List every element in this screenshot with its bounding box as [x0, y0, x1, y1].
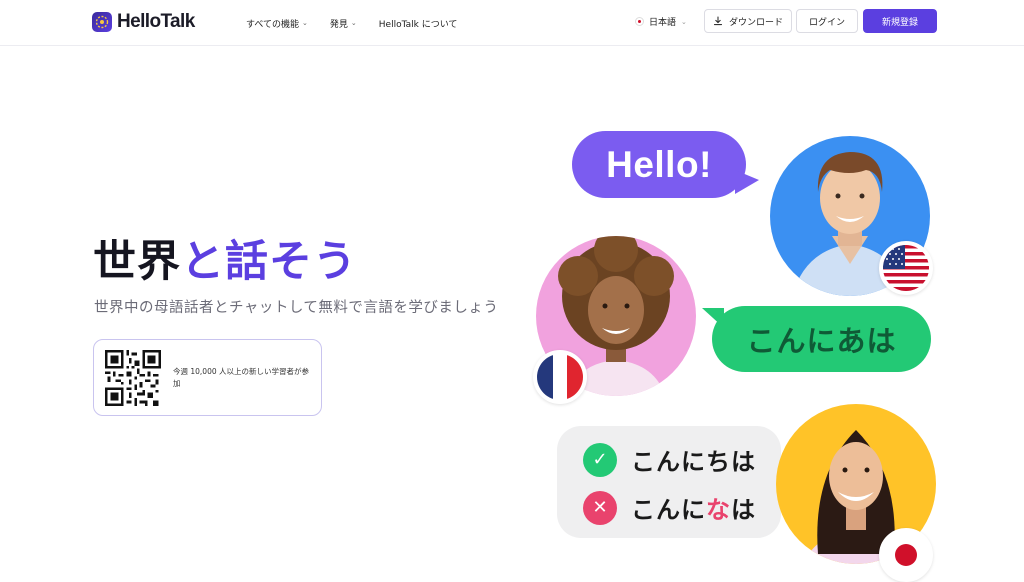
- hero-title-part1: 世界: [93, 237, 181, 287]
- wrong-row: ✕ こんになは: [583, 490, 756, 525]
- nav-item-discover[interactable]: 発見 ⌄: [330, 17, 357, 30]
- site-header: HelloTalk すべての機能 ⌄ 発見 ⌄ HelloTalk について 日…: [0, 0, 1024, 46]
- hello-speech-bubble: Hello!: [572, 131, 746, 198]
- hero-title-part2: と話そう: [181, 237, 357, 287]
- main-nav: すべての機能 ⌄ 発見 ⌄ HelloTalk について: [246, 0, 479, 46]
- nav-item-label: 発見: [329, 19, 348, 30]
- hello-bubble-text: Hello!: [606, 143, 712, 185]
- chevron-down-icon: ⌄: [350, 19, 357, 27]
- logo-text: HelloTalk: [117, 11, 195, 32]
- speech-bubble-tail: [735, 170, 759, 194]
- nav-item-about[interactable]: HelloTalk について: [379, 17, 458, 30]
- hellotalk-logo-icon: [92, 12, 112, 32]
- correct-text: こんにちは: [631, 448, 756, 476]
- japan-flag-icon: [879, 528, 933, 582]
- speech-bubble-tail: [702, 308, 724, 328]
- correct-row: ✓ こんにちは: [583, 442, 756, 477]
- qr-caption: 今週 10,000 人以上の新しい学習者が参加: [173, 367, 310, 388]
- france-flag-icon: [533, 350, 587, 404]
- nav-item-label: HelloTalk について: [378, 19, 458, 30]
- signup-label: 新規登録: [881, 17, 918, 28]
- download-button[interactable]: ダウンロード: [704, 9, 792, 33]
- qr-download-card[interactable]: 今週 10,000 人以上の新しい学習者が参加: [93, 339, 322, 416]
- check-icon: ✓: [583, 442, 617, 477]
- wrong-text-suffix: は: [731, 496, 756, 524]
- hero-title: 世界と話そう: [93, 234, 357, 290]
- download-label: ダウンロード: [728, 17, 783, 28]
- cross-icon: ✕: [583, 490, 617, 525]
- correction-card: ✓ こんにちは ✕ こんになは: [557, 426, 781, 538]
- usa-flag-icon: [879, 241, 933, 295]
- wrong-text: こんになは: [631, 490, 756, 525]
- signup-button[interactable]: 新規登録: [863, 9, 937, 33]
- wrong-text-prefix: こんに: [631, 496, 706, 524]
- nav-item-features[interactable]: すべての機能 ⌄: [246, 17, 308, 30]
- wrong-text-error-char: な: [706, 496, 731, 524]
- japan-flag-icon: [635, 17, 644, 26]
- qr-code: [105, 350, 161, 406]
- nav-item-label: すべての機能: [246, 19, 300, 30]
- hellotalk-logo[interactable]: HelloTalk: [92, 11, 195, 33]
- login-label: ログイン: [808, 17, 845, 28]
- language-label: 日本語: [649, 18, 677, 28]
- greeting-speech-bubble: こんにあは: [712, 306, 931, 372]
- login-button[interactable]: ログイン: [796, 9, 858, 33]
- greeting-bubble-text: こんにあは: [746, 324, 897, 358]
- chevron-down-icon: ⌄: [302, 19, 308, 27]
- language-selector[interactable]: 日本語 ⌄: [635, 15, 687, 28]
- hero-subtitle: 世界中の母語話者とチャットして無料で言語を学びましょう: [94, 300, 499, 316]
- download-icon: [713, 16, 723, 26]
- chevron-down-icon: ⌄: [681, 17, 687, 26]
